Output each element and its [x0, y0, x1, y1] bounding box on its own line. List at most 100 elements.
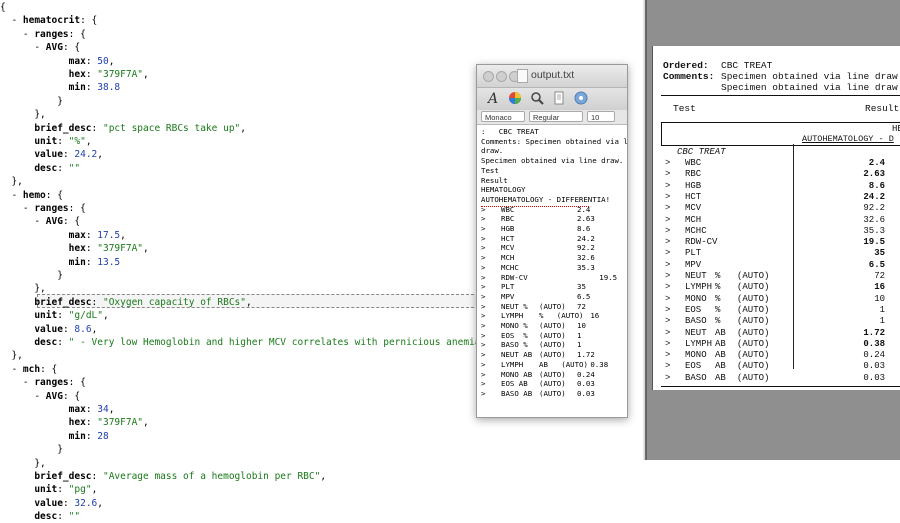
test-name: HCT	[685, 191, 702, 202]
json-punct: ,	[245, 296, 252, 308]
row-arrow: >	[665, 327, 671, 338]
json-punct	[0, 257, 69, 268]
json-key: AVG	[45, 42, 63, 54]
close-button[interactable]	[483, 71, 494, 82]
result-cell: (AUTO)	[539, 340, 566, 350]
scan-row: > MONO% (AUTO) 10	[665, 294, 895, 305]
json-punct: :	[85, 243, 98, 255]
textedit-window[interactable]: output.txt A Monaco Regular 10 : CBC TRE…	[476, 64, 628, 418]
result-cell: >	[481, 301, 486, 311]
result-cell: EOS %	[501, 330, 528, 340]
json-line: hex: "379F7A",	[0, 242, 149, 255]
json-line: }	[0, 269, 63, 282]
scan-row: > MPV 6.5	[665, 260, 895, 271]
ordered-label: Ordered:	[663, 60, 709, 71]
row-arrow: >	[665, 180, 671, 191]
json-punct	[0, 498, 34, 509]
json-punct: :	[91, 471, 103, 482]
json-punct	[0, 404, 69, 415]
json-line: - ranges: {	[0, 376, 86, 389]
title-bar[interactable]: output.txt	[477, 65, 627, 88]
json-key: brief_desc	[34, 296, 92, 308]
json-punct: },	[0, 109, 46, 121]
test-unit: AB	[715, 338, 726, 349]
scan-row: > EOS AB (AUTO) 0.03	[665, 361, 895, 372]
result-cell: (AUTO)	[539, 330, 566, 340]
result-cell: >	[481, 330, 486, 340]
result-header: Result	[865, 103, 900, 114]
result-line: > WBC 2.4	[481, 205, 627, 215]
test-name: MPV	[685, 259, 702, 270]
font-family-select[interactable]: Monaco	[481, 111, 525, 122]
json-punct: : {	[68, 28, 86, 40]
result-cell: 0.03	[577, 379, 595, 389]
test-auto: (AUTO)	[737, 271, 770, 281]
json-key: ranges	[34, 203, 69, 214]
json-punct: -	[0, 363, 23, 375]
test-value: 0.38	[863, 338, 885, 349]
scan-row: > EOS% (AUTO) 1	[665, 305, 895, 316]
media-icon[interactable]	[573, 91, 589, 107]
fonts-icon[interactable]: A	[485, 91, 501, 107]
result-cell: (AUTO)	[539, 379, 566, 389]
magnifier-icon[interactable]	[529, 91, 545, 107]
result-cell: EOS AB	[501, 379, 528, 389]
json-punct	[0, 243, 69, 254]
json-punct: ,	[143, 69, 149, 80]
test-value: 1	[879, 316, 885, 327]
json-punct: -	[0, 203, 35, 214]
json-key: min	[68, 430, 86, 442]
result-cell: 0.24	[577, 369, 595, 379]
result-line: > EOS % (AUTO) 1	[481, 331, 627, 341]
test-name: LYMPH	[685, 338, 713, 349]
scan-row: > HCT 24.2	[665, 192, 895, 203]
json-punct: :	[57, 337, 69, 348]
section-title: CBC TREAT	[677, 147, 726, 157]
json-punct: :	[62, 149, 75, 161]
json-key: unit	[34, 484, 58, 496]
result-cell: 10	[577, 321, 586, 330]
json-key: value	[34, 149, 63, 161]
result-cell: WBC	[501, 204, 515, 214]
result-cell: NEUT %	[501, 301, 528, 311]
result-line: > NEUT % (AUTO) 72	[481, 302, 627, 312]
json-number: 8.6	[74, 323, 92, 335]
json-punct: : {	[62, 216, 81, 228]
result-cell: HCT	[501, 233, 515, 243]
result-cell: MCV	[501, 243, 515, 253]
divider	[661, 95, 900, 96]
colors-icon[interactable]	[507, 91, 523, 107]
document-page-icon[interactable]	[551, 91, 567, 107]
row-arrow: >	[665, 372, 671, 383]
json-punct: }	[0, 270, 63, 281]
test-name: RDW-CV	[685, 237, 718, 248]
result-cell: >	[481, 321, 486, 330]
json-key: unit	[34, 310, 58, 322]
json-punct	[0, 123, 34, 134]
json-string: "Average mass of a hemoglobin per RBC"	[102, 471, 321, 482]
json-punct: :	[91, 296, 103, 308]
result-line: > RDW-CV 19.5	[481, 273, 627, 283]
result-cell: >	[481, 243, 486, 253]
minimize-button[interactable]	[496, 71, 507, 82]
test-auto: (AUTO)	[737, 338, 770, 349]
result-cell: 1.72	[577, 350, 595, 360]
json-key: brief_desc	[34, 122, 92, 134]
test-name: MONO	[685, 350, 707, 361]
text-area[interactable]: : CBC TREAT Comments: Specimen obtained v…	[477, 125, 627, 417]
font-bar: Monaco Regular 10	[477, 110, 627, 125]
json-string: "g/dL"	[68, 310, 103, 322]
row-arrow: >	[665, 169, 671, 180]
font-style-select[interactable]: Regular	[529, 111, 583, 122]
result-cell: (AUTO)	[539, 321, 566, 330]
json-string: "379F7A"	[97, 69, 144, 80]
font-size-select[interactable]: 10	[587, 111, 615, 122]
json-key: unit	[34, 136, 58, 147]
json-punct: ,	[240, 122, 246, 134]
json-string: "pct space RBCs take up"	[102, 122, 241, 134]
result-cell: 2.63	[577, 214, 595, 224]
result-cell: MCH	[501, 253, 515, 263]
result-line: > MPV 6.5	[481, 292, 627, 302]
test-value: 35	[874, 248, 885, 259]
result-line: > MCH 32.6	[481, 253, 627, 263]
